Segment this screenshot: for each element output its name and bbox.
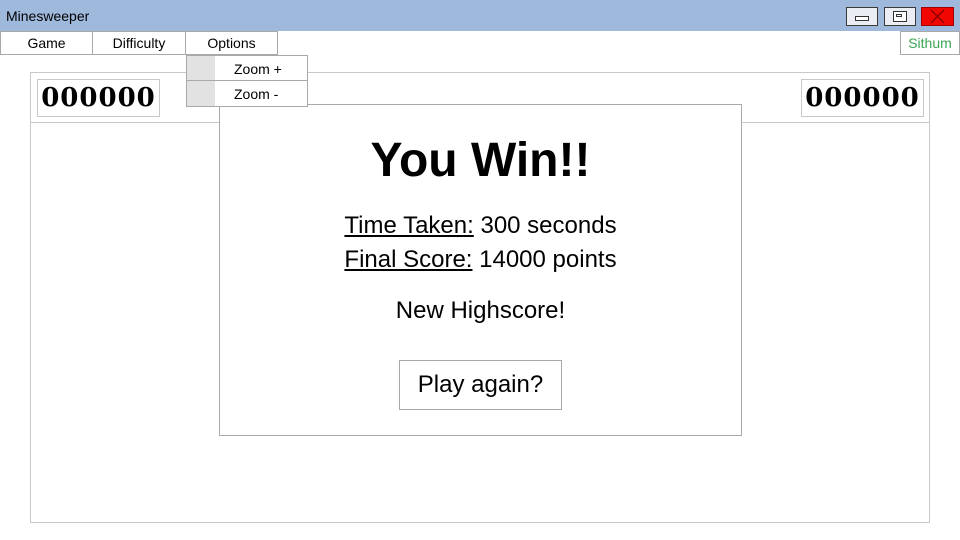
options-dropdown: Zoom + Zoom -	[186, 55, 308, 107]
maximize-icon	[893, 11, 907, 22]
time-taken-line: Time Taken: 300 seconds	[220, 212, 741, 240]
menu-item-zoom-in[interactable]: Zoom +	[187, 56, 307, 81]
minimize-button[interactable]	[846, 7, 878, 26]
minimize-icon	[855, 16, 869, 21]
close-button[interactable]	[921, 7, 954, 26]
mine-counter: 000000	[37, 79, 160, 117]
play-again-button[interactable]: Play again?	[399, 360, 562, 410]
menu-gutter	[187, 81, 215, 106]
menu-item-label: Zoom -	[234, 86, 279, 102]
menu-bar: Game Difficulty Options Sithum	[0, 31, 960, 55]
menu-game[interactable]: Game	[0, 31, 93, 55]
highscore-message: New Highscore!	[395, 297, 566, 324]
menu-gutter	[187, 56, 215, 80]
close-icon	[930, 9, 945, 24]
menu-options[interactable]: Options	[185, 31, 278, 55]
menu-difficulty[interactable]: Difficulty	[92, 31, 186, 55]
maximize-button[interactable]	[884, 7, 916, 26]
title-bar: Minesweeper	[0, 0, 960, 31]
menu-item-label: Zoom +	[234, 61, 282, 77]
dialog-title: You Win!!	[370, 134, 591, 187]
final-score-label: Final Score:	[344, 246, 473, 273]
menu-item-zoom-out[interactable]: Zoom -	[187, 81, 307, 106]
time-taken-value: 300 seconds	[480, 212, 617, 239]
user-name: Sithum	[900, 31, 960, 55]
final-score-line: Final Score: 14000 points	[220, 246, 741, 274]
window-title: Minesweeper	[6, 8, 90, 24]
win-dialog: You Win!! Time Taken: 300 seconds Final …	[219, 104, 742, 436]
timer-counter: 000000	[801, 79, 924, 117]
final-score-value: 14000 points	[479, 246, 617, 273]
time-taken-label: Time Taken:	[344, 212, 474, 239]
